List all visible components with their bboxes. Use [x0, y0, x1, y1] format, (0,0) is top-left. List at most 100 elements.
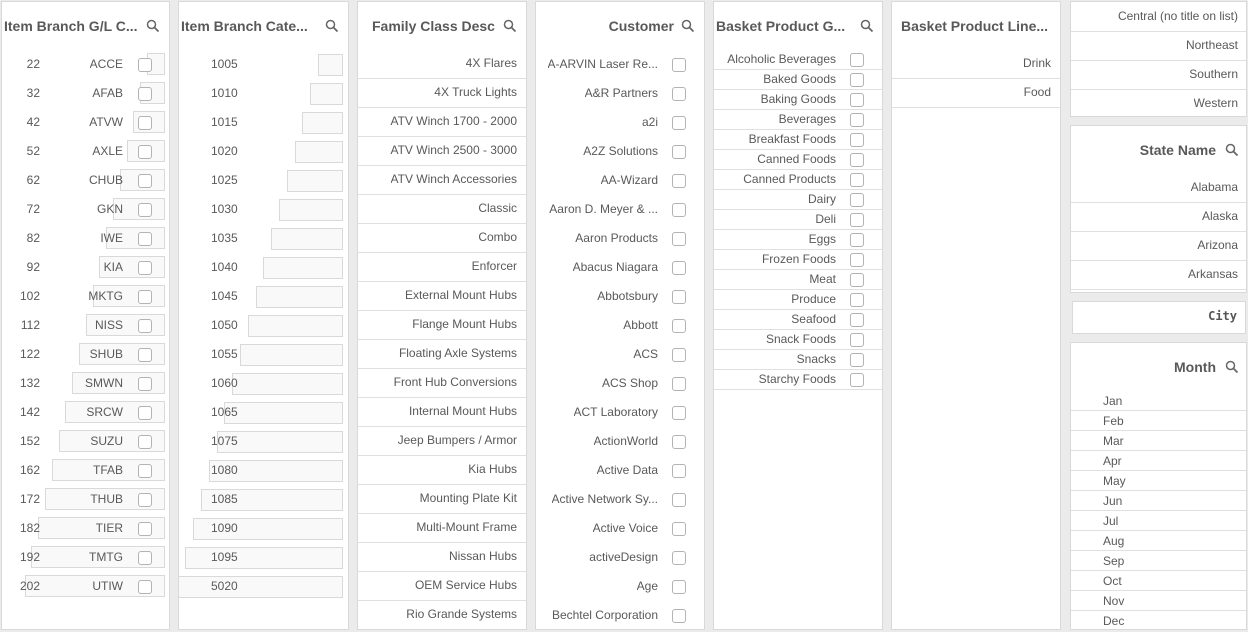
gl-class-row[interactable]: 102 MKTG: [2, 282, 169, 311]
gl-class-checkbox[interactable]: [138, 58, 152, 72]
customer-item[interactable]: Age: [536, 572, 704, 601]
basket-group-checkbox[interactable]: [850, 193, 864, 207]
customer-checkbox[interactable]: [672, 464, 686, 478]
category-row[interactable]: 1020: [179, 137, 348, 166]
customer-checkbox[interactable]: [672, 116, 686, 130]
month-item[interactable]: Aug: [1071, 531, 1246, 551]
customer-checkbox[interactable]: [672, 551, 686, 565]
category-row[interactable]: 1075: [179, 427, 348, 456]
basket-group-item[interactable]: Baking Goods: [714, 90, 882, 110]
family-class-item[interactable]: Multi-Mount Frame: [358, 513, 526, 543]
gl-class-checkbox[interactable]: [138, 435, 152, 449]
gl-class-row[interactable]: 22 ACCE: [2, 50, 169, 79]
basket-group-item[interactable]: Breakfast Foods: [714, 130, 882, 150]
customer-item[interactable]: AA-Wizard: [536, 166, 704, 195]
gl-class-row[interactable]: 32 AFAB: [2, 79, 169, 108]
basket-group-item[interactable]: Alcoholic Beverages: [714, 50, 882, 70]
basket-group-item[interactable]: Eggs: [714, 230, 882, 250]
gl-class-row[interactable]: 62 CHUB: [2, 166, 169, 195]
state-item[interactable]: Arizona: [1071, 231, 1246, 261]
family-class-item[interactable]: Nissan Hubs: [358, 542, 526, 572]
customer-item[interactable]: Active Data: [536, 456, 704, 485]
gl-class-row[interactable]: 182 TIER: [2, 514, 169, 543]
gl-class-row[interactable]: 82 IWE: [2, 224, 169, 253]
category-row[interactable]: 1050: [179, 311, 348, 340]
customer-checkbox[interactable]: [672, 522, 686, 536]
category-row[interactable]: 1045: [179, 282, 348, 311]
customer-checkbox[interactable]: [672, 290, 686, 304]
basket-group-item[interactable]: Beverages: [714, 110, 882, 130]
basket-group-checkbox[interactable]: [850, 53, 864, 67]
family-class-item[interactable]: Enforcer: [358, 252, 526, 282]
month-item[interactable]: Dec: [1071, 611, 1246, 629]
customer-checkbox[interactable]: [672, 377, 686, 391]
customer-item[interactable]: Aaron Products: [536, 224, 704, 253]
customer-item[interactable]: Active Voice: [536, 514, 704, 543]
search-icon[interactable]: [1225, 143, 1239, 157]
state-item[interactable]: Arkansas: [1071, 260, 1246, 290]
basket-group-checkbox[interactable]: [850, 373, 864, 387]
gl-class-row[interactable]: 112 NISS: [2, 311, 169, 340]
gl-class-checkbox[interactable]: [138, 232, 152, 246]
basket-group-checkbox[interactable]: [850, 73, 864, 87]
gl-class-checkbox[interactable]: [138, 290, 152, 304]
customer-item[interactable]: Aaron D. Meyer & ...: [536, 195, 704, 224]
family-class-item[interactable]: Rio Grande Systems: [358, 600, 526, 629]
customer-item[interactable]: A&R Partners: [536, 79, 704, 108]
category-row[interactable]: 1060: [179, 369, 348, 398]
basket-group-checkbox[interactable]: [850, 273, 864, 287]
search-icon[interactable]: [1225, 360, 1239, 374]
basket-group-item[interactable]: Seafood: [714, 310, 882, 330]
basket-group-checkbox[interactable]: [850, 133, 864, 147]
customer-checkbox[interactable]: [672, 348, 686, 362]
gl-class-row[interactable]: 172 THUB: [2, 485, 169, 514]
basket-group-checkbox[interactable]: [850, 113, 864, 127]
basket-group-checkbox[interactable]: [850, 333, 864, 347]
gl-class-row[interactable]: 52 AXLE: [2, 137, 169, 166]
family-class-item[interactable]: ATV Winch 2500 - 3000: [358, 136, 526, 166]
family-class-item[interactable]: Front Hub Conversions: [358, 368, 526, 398]
gl-class-checkbox[interactable]: [138, 377, 152, 391]
month-item[interactable]: May: [1071, 471, 1246, 491]
customer-checkbox[interactable]: [672, 435, 686, 449]
gl-class-checkbox[interactable]: [138, 203, 152, 217]
search-icon[interactable]: [325, 19, 339, 33]
basket-group-checkbox[interactable]: [850, 253, 864, 267]
gl-class-checkbox[interactable]: [138, 406, 152, 420]
gl-class-row[interactable]: 132 SMWN: [2, 369, 169, 398]
basket-group-item[interactable]: Canned Products: [714, 170, 882, 190]
gl-class-checkbox[interactable]: [138, 580, 152, 594]
family-class-item[interactable]: OEM Service Hubs: [358, 571, 526, 601]
region-item[interactable]: Northeast: [1071, 31, 1246, 61]
search-icon[interactable]: [146, 19, 160, 33]
category-row[interactable]: 1040: [179, 253, 348, 282]
basket-group-item[interactable]: Snacks: [714, 350, 882, 370]
family-class-item[interactable]: Classic: [358, 194, 526, 224]
search-icon[interactable]: [503, 19, 517, 33]
customer-checkbox[interactable]: [672, 87, 686, 101]
customer-checkbox[interactable]: [672, 174, 686, 188]
month-item[interactable]: Jul: [1071, 511, 1246, 531]
state-item[interactable]: Alabama: [1071, 173, 1246, 203]
month-item[interactable]: Oct: [1071, 571, 1246, 591]
gl-class-checkbox[interactable]: [138, 145, 152, 159]
category-row[interactable]: 1090: [179, 514, 348, 543]
region-item[interactable]: Southern: [1071, 60, 1246, 90]
basket-line-item[interactable]: Food: [892, 78, 1060, 108]
city-listbox[interactable]: City: [1072, 301, 1246, 334]
basket-group-item[interactable]: Deli: [714, 210, 882, 230]
gl-class-checkbox[interactable]: [138, 348, 152, 362]
family-class-item[interactable]: ATV Winch Accessories: [358, 165, 526, 195]
state-item[interactable]: Alaska: [1071, 202, 1246, 232]
month-item[interactable]: Nov: [1071, 591, 1246, 611]
customer-item[interactable]: ActionWorld: [536, 427, 704, 456]
basket-group-item[interactable]: Produce: [714, 290, 882, 310]
basket-group-checkbox[interactable]: [850, 353, 864, 367]
gl-class-checkbox[interactable]: [138, 464, 152, 478]
gl-class-row[interactable]: 162 TFAB: [2, 456, 169, 485]
basket-group-item[interactable]: Canned Foods: [714, 150, 882, 170]
customer-checkbox[interactable]: [672, 580, 686, 594]
family-class-item[interactable]: Internal Mount Hubs: [358, 397, 526, 427]
customer-item[interactable]: A2Z Solutions: [536, 137, 704, 166]
category-row[interactable]: 1030: [179, 195, 348, 224]
